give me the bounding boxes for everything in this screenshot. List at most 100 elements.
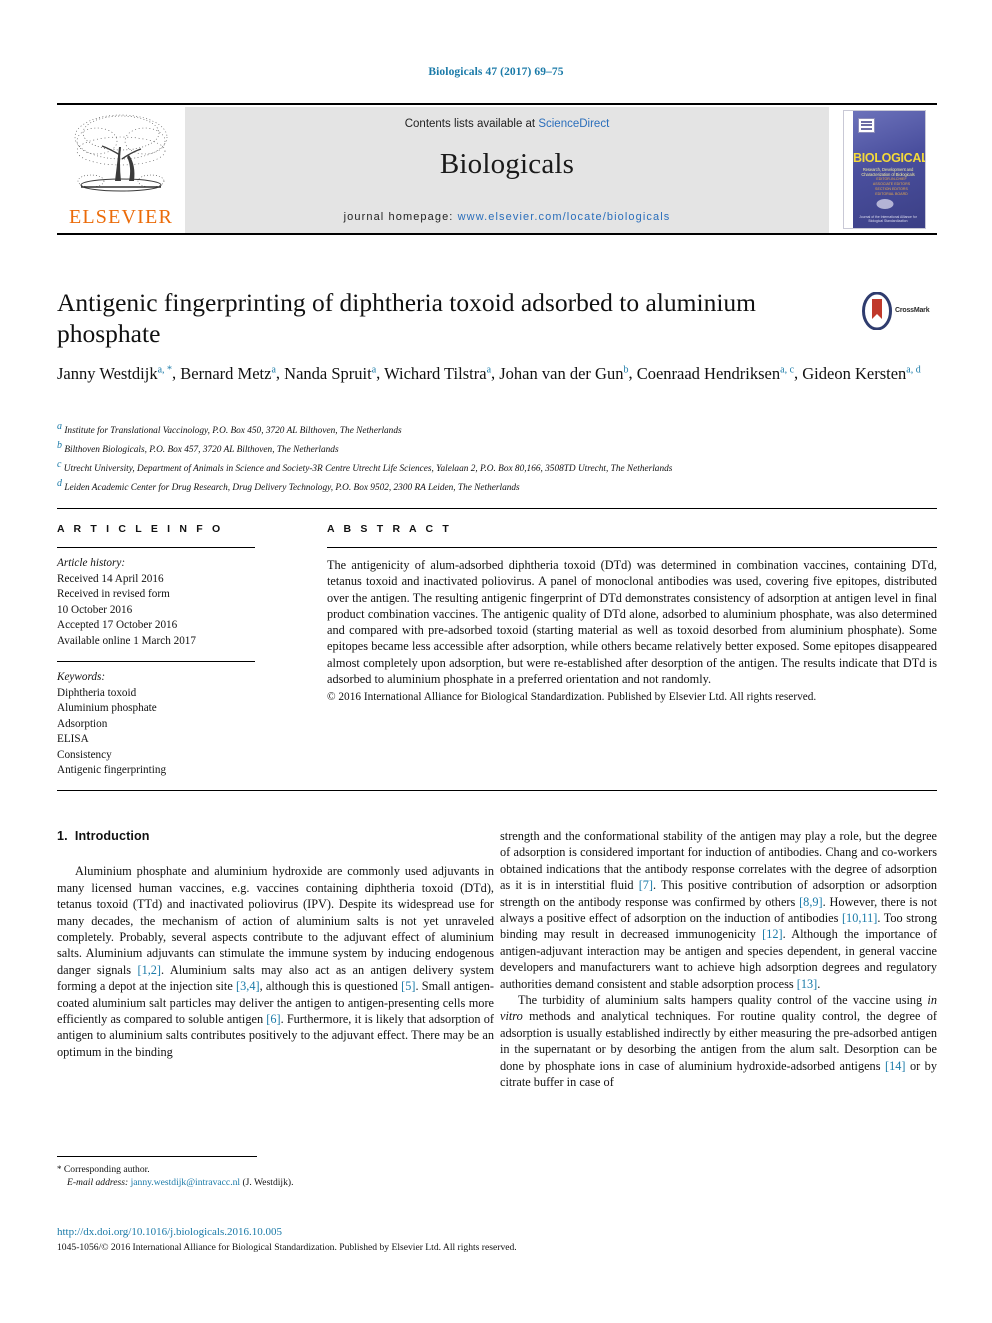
author-sep: ,	[275, 363, 285, 383]
affiliation-mark: d	[57, 478, 62, 490]
affiliation-item: c Utrecht University, Department of Anim…	[57, 458, 937, 477]
author-name: Bernard Metz	[180, 363, 272, 383]
crossmark-icon	[862, 292, 892, 330]
keyword-item: Antigenic fingerprinting	[57, 764, 167, 776]
email-link[interactable]: janny.westdijk@intravacc.nl	[131, 1177, 240, 1188]
author-name: Coenraad Hendriksen	[636, 363, 781, 383]
section-title: Introduction	[74, 829, 150, 843]
author: Bernard Metza	[180, 364, 276, 383]
history-item: 10 October 2016	[57, 603, 133, 616]
author: Nanda Spruita	[284, 364, 376, 383]
article-info-rule	[57, 547, 255, 548]
affiliation-item: a Institute for Translational Vaccinolog…	[57, 420, 937, 439]
author: Gideon Kerstena, d	[802, 364, 920, 383]
elsevier-wordmark: ELSEVIER	[68, 206, 174, 228]
affiliation-mark: c	[57, 459, 62, 471]
article-page: Biologicals 47 (2017) 69–75 ELSEVIER Con…	[0, 0, 992, 1323]
keywords-rule	[57, 661, 255, 662]
author-affil-marks: a, d	[906, 364, 921, 375]
abstract-heading: A B S T R A C T	[327, 523, 452, 535]
keywords-label: Keywords:	[57, 671, 106, 683]
article-title: Antigenic fingerprinting of diphtheria t…	[57, 288, 756, 348]
abstract-text: The antigenicity of alum-adsorbed diphth…	[327, 558, 937, 687]
footnote-rule	[57, 1156, 257, 1157]
email-note: E-mail address: janny.westdijk@intravacc…	[57, 1176, 497, 1189]
doi-link[interactable]: http://dx.doi.org/10.1016/j.biologicals.…	[57, 1226, 937, 1238]
affiliation-item: d Leiden Academic Center for Drug Resear…	[57, 477, 937, 496]
journal-masthead: ELSEVIER Contents lists available at Sci…	[57, 103, 937, 235]
author: Wichard Tilstraa	[384, 364, 491, 383]
author: Coenraad Hendriksena, c	[637, 364, 794, 383]
affiliation-mark: a	[57, 421, 62, 432]
cover-title: BIOLOGICALS	[853, 151, 925, 165]
article-history-block: Article history: Received 14 April 2016 …	[57, 556, 272, 649]
footnote-block: * Corresponding author. E-mail address: …	[57, 1163, 497, 1189]
elsevier-logo: ELSEVIER	[57, 107, 185, 233]
cover-line: EDITORIAL BOARD	[875, 192, 908, 196]
affiliation-item: b Bilthoven Biologicals, P.O. Box 457, 3…	[57, 439, 937, 458]
author-affil-marks: a, c	[780, 364, 795, 375]
affiliation-text: Utrecht University, Department of Animal…	[63, 464, 673, 475]
author-name: Nanda Spruit	[284, 363, 372, 383]
cover-editor-lines: EDITOR-IN-CHIEF ASSOCIATE EDITORS SECTIO…	[866, 177, 917, 197]
author-name: Janny Westdijk	[57, 363, 158, 383]
journal-homepage-link[interactable]: www.elsevier.com/locate/biologicals	[458, 211, 671, 223]
keyword-item: ELISA	[57, 733, 89, 745]
article-info-column: A R T I C L E I N F O Article history: R…	[57, 523, 272, 779]
cover-emblem-icon	[876, 199, 893, 209]
affiliation-text: Bilthoven Biologicals, P.O. Box 457, 372…	[64, 445, 339, 456]
history-item: Accepted 17 October 2016	[57, 619, 178, 631]
crossmark-label: CrossMark	[895, 307, 930, 314]
corresponding-author-note: * Corresponding author.	[57, 1163, 497, 1176]
body-column-right: strength and the conformational stabilit…	[500, 828, 937, 1091]
article-history-label: Article history:	[57, 557, 126, 569]
introduction-heading: 1. Introduction	[57, 828, 494, 844]
journal-title: Biologicals	[439, 148, 575, 180]
info-section-top-rule	[57, 508, 937, 509]
affiliation-list: a Institute for Translational Vaccinolog…	[57, 420, 937, 496]
section-number: 1.	[57, 829, 68, 843]
keyword-item: Aluminium phosphate	[57, 702, 157, 714]
email-label: E-mail address:	[67, 1177, 129, 1189]
asterisk-icon: *	[57, 1164, 62, 1174]
author-list: Janny Westdijka, *, Bernard Metza, Nanda…	[57, 358, 937, 386]
intro-paragraph-3: The turbidity of aluminium salts hampers…	[500, 993, 937, 1090]
keyword-item: Consistency	[57, 748, 112, 761]
homepage-prefix: journal homepage:	[343, 211, 458, 223]
contents-available-line: Contents lists available at ScienceDirec…	[185, 118, 829, 130]
elsevier-tree-icon	[74, 114, 168, 192]
intro-paragraph-2: strength and the conformational stabilit…	[500, 829, 937, 991]
author-affil-marks: a, *	[157, 364, 173, 375]
sciencedirect-link[interactable]: ScienceDirect	[538, 118, 609, 130]
journal-cover-thumbnail: BIOLOGICALS Research, Development and Ch…	[829, 107, 937, 233]
affiliation-text: Institute for Translational Vaccinology,…	[64, 426, 402, 437]
cover-logo-icon	[858, 118, 875, 133]
article-info-heading: A R T I C L E I N F O	[57, 523, 224, 535]
cover-footer-text: Journal of the International Alliance fo…	[859, 215, 917, 223]
affiliation-mark: b	[57, 440, 62, 452]
crossmark-badge[interactable]: CrossMark	[862, 292, 934, 332]
author-name: Johan van der Gun	[499, 363, 624, 383]
body-section-rule	[57, 790, 937, 791]
corresponding-author-text: Corresponding author.	[63, 1164, 150, 1175]
masthead-center: Contents lists available at ScienceDirec…	[185, 107, 829, 233]
author: Johan van der Gunb	[499, 364, 628, 383]
author-sep: ,	[628, 363, 637, 383]
running-head: Biologicals 47 (2017) 69–75	[428, 66, 564, 78]
contents-prefix: Contents lists available at	[404, 118, 539, 130]
abstract-copyright: © 2016 International Alliance for Biolog…	[327, 691, 817, 704]
author-sep: ,	[376, 363, 385, 383]
journal-homepage-line: journal homepage: www.elsevier.com/locat…	[185, 211, 829, 223]
author: Janny Westdijka, *	[57, 364, 172, 383]
intro-paragraph-1: Aluminium phosphate and aluminium hydrox…	[57, 864, 495, 1059]
abstract-rule	[327, 547, 937, 548]
author-name: Wichard Tilstra	[384, 363, 487, 383]
email-owner: (J. Westdijk).	[242, 1177, 294, 1189]
cover-subtitle: Research, Development and Characterizati…	[861, 167, 915, 177]
keyword-item: Adsorption	[57, 717, 108, 730]
body-column-left: 1. Introduction Aluminium phosphate and …	[57, 828, 494, 1060]
keyword-item: Diphtheria toxoid	[57, 686, 137, 699]
affiliation-text: Leiden Academic Center for Drug Research…	[64, 483, 520, 494]
issn-copyright-line: 1045-1056/© 2016 International Alliance …	[57, 1242, 517, 1253]
history-item: Received 14 April 2016	[57, 572, 164, 585]
